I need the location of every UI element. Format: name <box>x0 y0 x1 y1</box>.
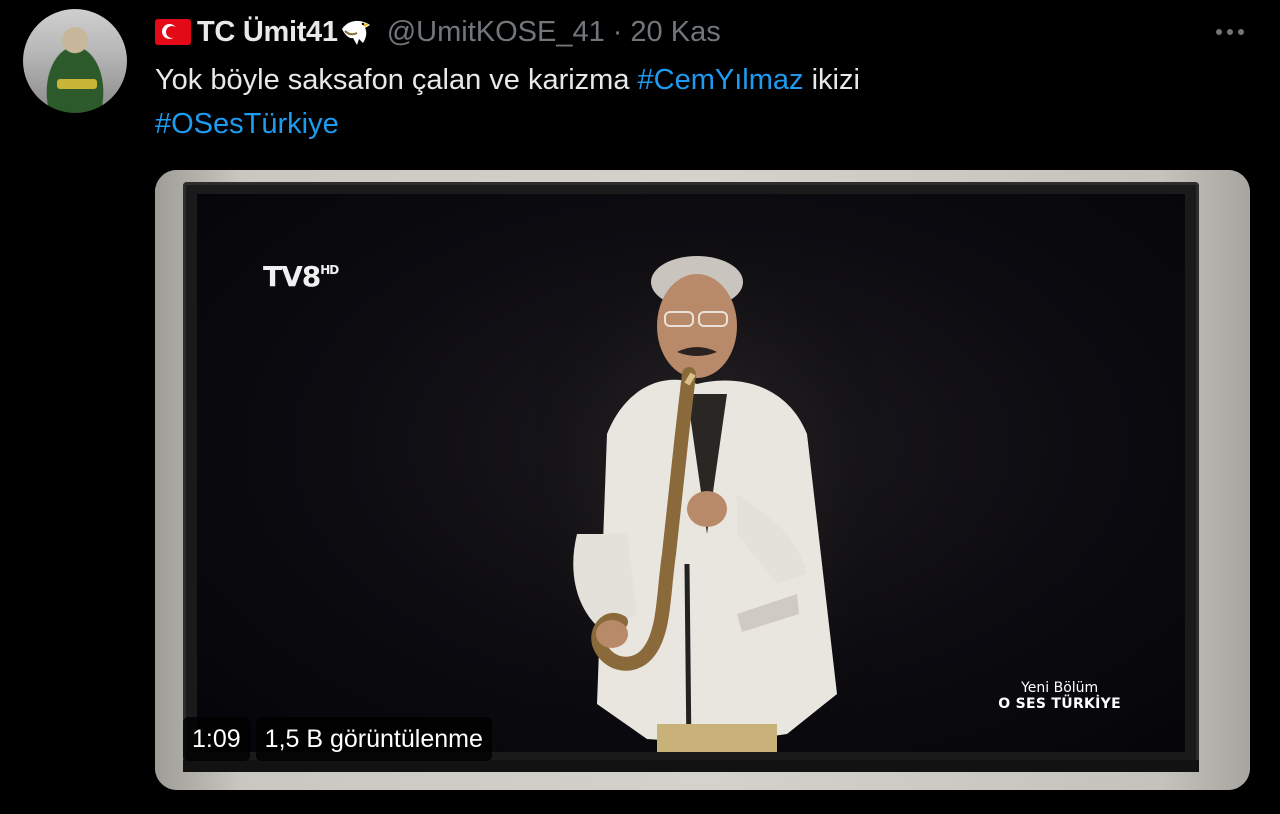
saxophone-player-image <box>537 234 877 752</box>
hd-mark: HD <box>320 263 339 277</box>
tweet-text-part1: Yok böyle saksafon çalan ve karizma <box>155 64 638 96</box>
tweet-header: TC Ümit41 @UmitKOSE_41 · 20 Kas <box>155 12 721 52</box>
hashtag-osesturkiye[interactable]: #OSesTürkiye <box>155 108 339 140</box>
caption-line2: O SES TÜRKİYE <box>998 696 1121 712</box>
tweet-text-part2: ikizi <box>803 64 860 96</box>
hashtag-cemyilmaz[interactable]: #CemYılmaz <box>638 64 804 96</box>
tv-bezel-bottom <box>183 760 1199 772</box>
tv-caption: Yeni Bölüm O SES TÜRKİYE <box>998 680 1121 712</box>
turkish-flag-icon <box>155 19 191 45</box>
user-handle[interactable]: @UmitKOSE_41 <box>387 16 605 49</box>
display-name[interactable]: TC Ümit41 <box>197 16 338 49</box>
video-duration: 1:09 <box>183 717 250 761</box>
eagle-icon <box>341 20 370 45</box>
channel-logo-text: TV8 <box>263 260 321 293</box>
more-options-icon[interactable] <box>1210 22 1250 42</box>
video-player[interactable]: TV8HD Yeni Bölüm O SES TÜRKİYE <box>155 170 1250 790</box>
tv-frame: TV8HD Yeni Bölüm O SES TÜRKİYE <box>183 182 1199 772</box>
tweet: TC Ümit41 @UmitKOSE_41 · 20 Kas Yok böyl… <box>0 0 1280 814</box>
separator-dot: · <box>612 15 623 48</box>
caption-line1: Yeni Bölüm <box>1021 680 1099 696</box>
channel-logo: TV8HD <box>263 260 339 293</box>
tweet-date[interactable]: 20 Kas <box>630 16 720 49</box>
tv-screen: TV8HD Yeni Bölüm O SES TÜRKİYE <box>197 194 1185 752</box>
video-views: 1,5 B görüntülenme <box>255 717 492 761</box>
video-badges: 1:09 1,5 B görüntülenme <box>183 717 492 761</box>
avatar-shirt-detail <box>57 79 97 89</box>
avatar[interactable] <box>23 9 127 113</box>
tweet-text: Yok böyle saksafon çalan ve karizma #Cem… <box>155 58 1215 146</box>
